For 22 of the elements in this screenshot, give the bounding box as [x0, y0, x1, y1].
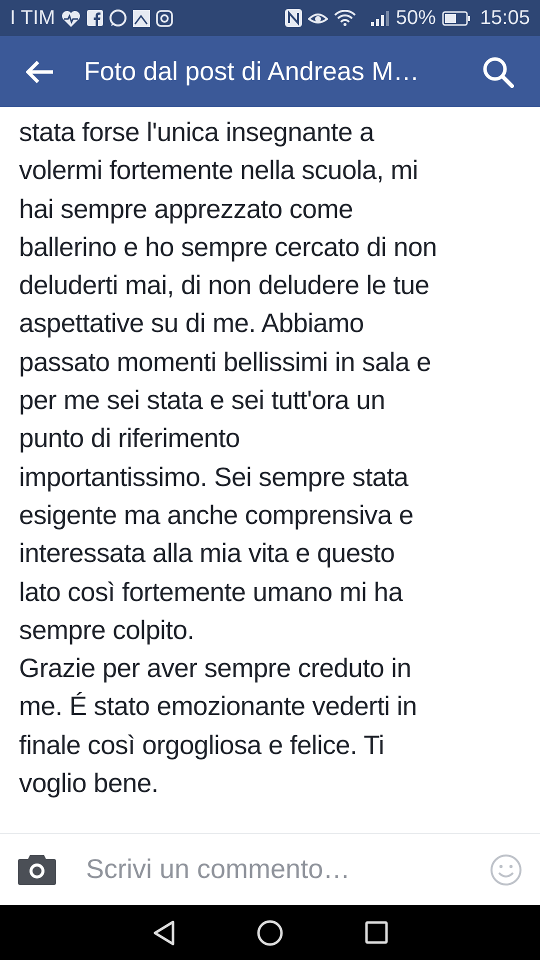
recents-square-icon[interactable]	[364, 921, 388, 944]
carrier-label: I TIM	[10, 6, 56, 30]
facebook-icon	[87, 10, 104, 26]
back-arrow-icon[interactable]	[26, 60, 54, 84]
wifi-icon	[334, 10, 356, 26]
home-circle-icon[interactable]	[256, 920, 282, 946]
signal-icon	[370, 10, 390, 26]
comment-input[interactable]: Scrivi un commento…	[84, 853, 490, 886]
image-icon	[133, 10, 150, 26]
post-paragraph: stata forse l'unica insegnante a volermi fortemente nella scuola, mi hai sempre apprezzato come ballerino e ho sempre cercato di non deluderti mai, di non deludere le tue aspettative su di me. Abbiamo passato momenti bellissimi in sala e per me sei stata e sei tutt'ora un punto di riferimento importantissimo. Sei sempre stata esigente ma anche comprensiva e interessata alla mia vita e questo lato così fortemente umano mi ha sempre colpito.	[19, 116, 438, 647]
battery-percent: 50%	[396, 6, 436, 30]
camera-icon[interactable]	[18, 854, 56, 884]
heart-pulse-icon	[61, 10, 82, 26]
chat-bubble-icon	[109, 9, 128, 27]
nfc-icon	[284, 9, 302, 27]
search-icon[interactable]	[482, 56, 514, 88]
page-title: Foto dal post di Andreas M…	[84, 56, 420, 87]
clock-time: 15:05	[480, 6, 530, 30]
battery-icon	[442, 10, 470, 26]
camera-outline-icon	[156, 10, 174, 26]
post-paragraph: Grazie per aver sempre creduto in me. É stato emozionante vederti in finale così orgogliosa e felice. Ti voglio bene.	[19, 652, 418, 800]
back-triangle-icon[interactable]	[152, 920, 174, 946]
